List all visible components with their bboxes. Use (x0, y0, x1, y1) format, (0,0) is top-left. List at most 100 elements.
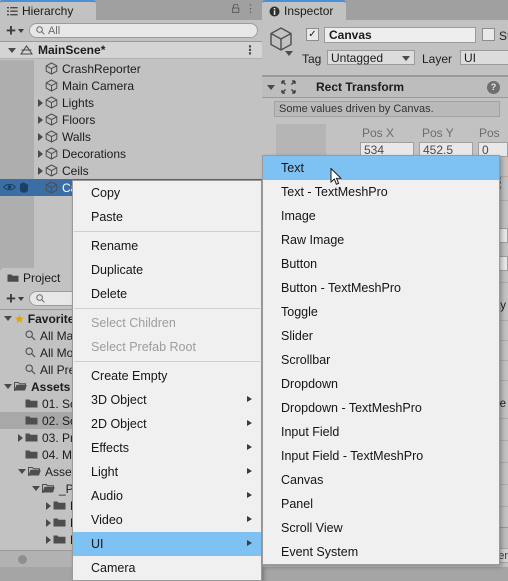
context-menu-item[interactable]: Video (73, 508, 261, 532)
gameobject-name-field[interactable]: Canvas (324, 27, 476, 43)
hierarchy-item-label: Decorations (62, 146, 127, 161)
collapse-triangle[interactable] (32, 486, 40, 491)
hierarchy-create-button[interactable]: + (4, 21, 26, 40)
hierarchy-search-input[interactable]: All (28, 23, 258, 38)
context-menu-item[interactable]: UI (73, 532, 261, 556)
ui-submenu-item[interactable]: Canvas (263, 468, 499, 492)
collapse-triangle[interactable] (4, 384, 12, 389)
plus-icon: + (6, 21, 16, 40)
tab-inspector[interactable]: Inspector (262, 0, 346, 20)
folder-icon (25, 433, 38, 442)
tab-inspector-label: Inspector (284, 4, 334, 18)
rect-transform-header[interactable]: Rect Transform ? (262, 76, 508, 98)
ui-submenu-item-label: Slider (281, 329, 313, 343)
ui-submenu-item[interactable]: Image (263, 204, 499, 228)
tab-hierarchy[interactable]: Hierarchy (0, 0, 96, 20)
context-menu-item[interactable]: 3D Object (73, 388, 261, 412)
hierarchy-item[interactable]: Ceils (0, 162, 262, 179)
rect-transform-foldout[interactable] (267, 84, 275, 90)
folder-icon (53, 518, 66, 527)
folder-icon (25, 416, 38, 425)
context-menu-item[interactable]: Paste (73, 205, 261, 229)
hierarchy-item[interactable]: Walls (0, 128, 262, 145)
context-menu-item[interactable]: Effects (73, 436, 261, 460)
ui-submenu-item[interactable]: Event System (263, 540, 499, 564)
ui-submenu-item-label: Button - TextMeshPro (281, 281, 401, 295)
expand-triangle[interactable] (38, 132, 43, 141)
context-menu-item[interactable]: Light (73, 460, 261, 484)
ui-submenu-item[interactable]: Input Field (263, 420, 499, 444)
static-checkbox[interactable] (482, 28, 495, 41)
collapse-triangle[interactable] (4, 316, 12, 321)
ui-submenu-item[interactable]: Button (263, 252, 499, 276)
context-menu-item[interactable]: Delete (73, 282, 261, 306)
help-icon[interactable]: ? (487, 80, 500, 94)
ui-submenu-item[interactable]: Text - TextMeshPro (263, 180, 499, 204)
ui-submenu-item[interactable]: Dropdown - TextMeshPro (263, 396, 499, 420)
chevron-down-icon (17, 28, 24, 33)
gameobject-cube-icon (45, 96, 58, 109)
expand-triangle[interactable] (46, 501, 51, 510)
ui-submenu-item[interactable]: Input Field - TextMeshPro (263, 444, 499, 468)
hierarchy-toolbar: + All (0, 20, 262, 42)
ui-submenu-item[interactable]: Dropdown (263, 372, 499, 396)
context-menu-item: Select Prefab Root (73, 335, 261, 359)
scene-row[interactable]: MainScene* ⋮ (0, 42, 262, 59)
project-create-button[interactable]: + (4, 290, 26, 307)
ui-submenu-item[interactable]: Scrollbar (263, 348, 499, 372)
context-menu-item[interactable]: Camera (73, 556, 261, 580)
pos-x-label: Pos X (362, 126, 395, 140)
expand-triangle[interactable] (46, 518, 51, 527)
folder-icon (53, 501, 66, 510)
visibility-eye-icon[interactable] (3, 182, 16, 192)
hierarchy-item[interactable]: Main Camera (0, 77, 262, 94)
lock-icon[interactable] (232, 4, 240, 13)
ui-submenu-item[interactable]: Toggle (263, 300, 499, 324)
expand-triangle[interactable] (38, 149, 43, 158)
ui-submenu-item[interactable]: Scroll View (263, 516, 499, 540)
context-menu-item-label: 2D Object (91, 417, 147, 431)
static-label: Static (499, 29, 508, 43)
expand-triangle[interactable] (46, 535, 51, 544)
context-menu-item-label: Select Children (91, 316, 176, 330)
ui-submenu-item[interactable]: Button - TextMeshPro (263, 276, 499, 300)
layer-dropdown[interactable]: UI (460, 50, 508, 65)
hierarchy-item[interactable]: CrashReporter (0, 60, 262, 77)
hierarchy-item[interactable]: Decorations (0, 145, 262, 162)
ui-submenu-item-label: Scroll View (281, 521, 343, 535)
expand-triangle[interactable] (18, 433, 23, 442)
ui-submenu-item[interactable]: Slider (263, 324, 499, 348)
prefab-dropdown-caret[interactable] (285, 51, 293, 56)
pickability-hand-icon[interactable] (18, 182, 30, 193)
folder-icon (53, 535, 66, 544)
menu-separator (74, 308, 260, 309)
ui-submenu-item[interactable]: Panel (263, 492, 499, 516)
scene-expand-triangle[interactable] (8, 48, 16, 53)
expand-triangle[interactable] (38, 166, 43, 175)
context-menu-item[interactable]: Rename (73, 234, 261, 258)
hierarchy-item[interactable]: Lights (0, 94, 262, 111)
folder-icon (25, 450, 38, 459)
ui-submenu-item-label: Input Field - TextMeshPro (281, 449, 424, 463)
scene-menu-icon[interactable]: ⋮ (244, 43, 256, 57)
context-menu-item[interactable]: Create Empty (73, 364, 261, 388)
ui-submenu-item[interactable]: Raw Image (263, 228, 499, 252)
ui-submenu-item[interactable]: Text (263, 156, 499, 180)
context-menu-item-label: 3D Object (91, 393, 147, 407)
expand-triangle[interactable] (38, 115, 43, 124)
folder-icon (25, 399, 38, 408)
tab-project[interactable]: Project (0, 268, 74, 288)
hierarchy-item[interactable]: Floors (0, 111, 262, 128)
gameobject-cube-icon (270, 27, 292, 51)
context-menu-item[interactable]: Audio (73, 484, 261, 508)
expand-triangle[interactable] (38, 98, 43, 107)
hierarchy-context-menu[interactable]: Copy Paste Rename Duplicate Delete Select Chi… (72, 180, 262, 581)
hierarchy-menu-icon[interactable]: ⋮ (245, 3, 256, 15)
ui-submenu[interactable]: Text Text - TextMeshPro Image Raw Image Butt… (262, 155, 500, 565)
collapse-triangle[interactable] (18, 469, 26, 474)
context-menu-item[interactable]: 2D Object (73, 412, 261, 436)
context-menu-item[interactable]: Copy (73, 181, 261, 205)
tag-dropdown[interactable]: Untagged (327, 50, 415, 65)
context-menu-item[interactable]: Duplicate (73, 258, 261, 282)
gameobject-enabled-checkbox[interactable]: ✓ (306, 28, 319, 41)
